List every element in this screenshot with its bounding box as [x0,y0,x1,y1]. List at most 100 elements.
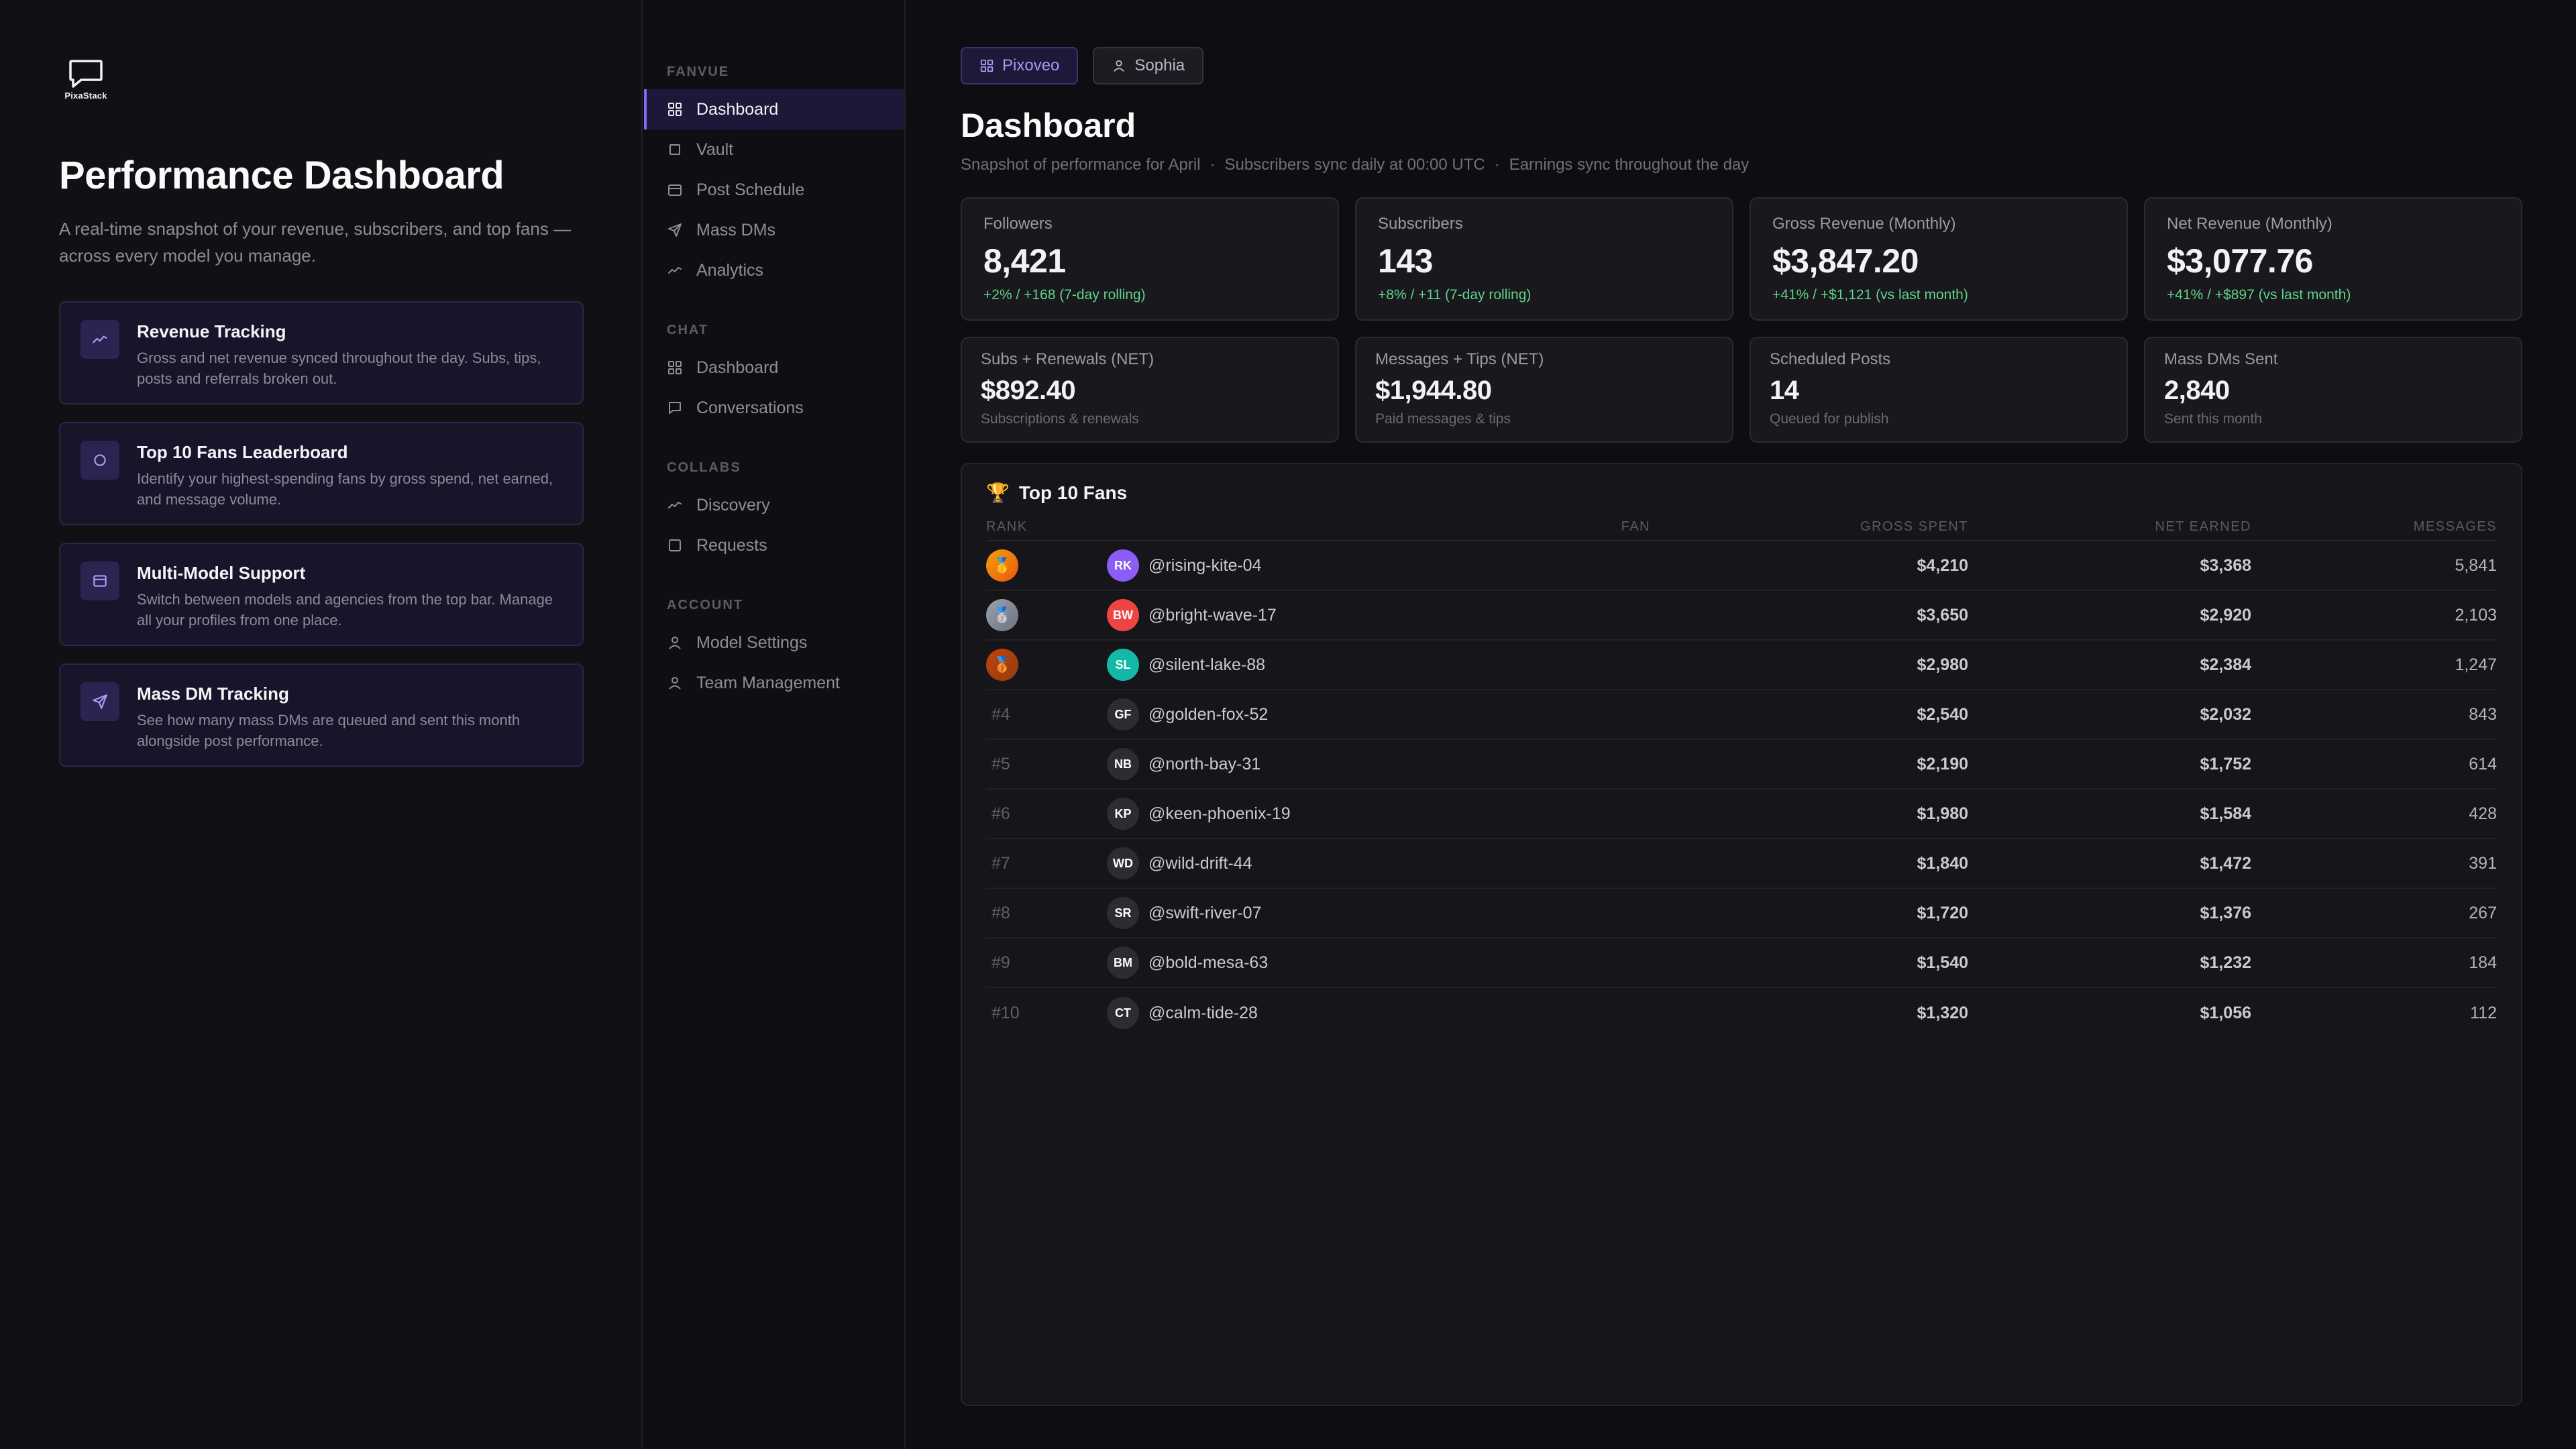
page-subtitle: Snapshot of performance for April · Subscr… [961,156,2522,174]
fan-handle[interactable]: @calm-tide-28 [1148,1004,1258,1023]
table-row[interactable]: #8 SR @swift-river-07 $1,720 $1,376 267 [986,889,2497,938]
subtitle-subscriber-sync: Subscribers sync daily at 00:00 UTC [1224,156,1485,174]
table-row[interactable]: 🥉 SL @silent-lake-88 $2,980 $2,384 1,247 [986,641,2497,690]
fan-handle[interactable]: @rising-kite-04 [1148,556,1261,576]
rank-cell: #9 [986,953,1107,973]
fan-handle[interactable]: @golden-fox-52 [1148,705,1268,724]
stat-note: Queued for publish [1770,411,1889,427]
fan-handle[interactable]: @wild-drift-44 [1148,854,1252,873]
table-row[interactable]: 🥇 RK @rising-kite-04 $4,210 $3,368 5,841 [986,541,2497,591]
feature-desc: Identify your highest-spending fans by g… [137,470,553,508]
stat-label: Gross Revenue (Monthly) [1772,215,1956,233]
sidebar-item-label: Dashboard [696,99,779,119]
avatar[interactable]: CT [1107,997,1139,1029]
stat-card-scheduled-posts: Scheduled Posts 14 Queued for publish [1750,337,2128,443]
messages-cell: 267 [2469,903,2497,922]
stat-value: $892.40 [981,376,1076,405]
stat-card-messages-tips: Messages + Tips (NET) $1,944.80 Paid mes… [1355,337,1733,443]
table-row[interactable]: #4 GF @golden-fox-52 $2,540 $2,032 843 [986,690,2497,740]
intro-title: Performance Dashboard [59,154,504,197]
sidebar-item-dashboard[interactable]: Dashboard [644,89,904,129]
column-header-gross[interactable]: GROSS SPENT [1650,519,1968,535]
intro-subtitle: A real-time snapshot of your revenue, su… [59,219,572,266]
avatar[interactable]: GF [1107,698,1139,731]
stat-label: Messages + Tips (NET) [1375,350,1544,368]
avatar[interactable]: WD [1107,847,1139,879]
fan-handle[interactable]: @north-bay-31 [1148,755,1260,774]
sidebar-item-label: Requests [696,535,767,555]
feature-card-mass-dm: Mass DM Tracking See how many mass DMs a… [59,663,584,767]
stat-card-subs-renewals: Subs + Renewals (NET) $892.40 Subscripti… [961,337,1339,443]
page-title: Dashboard [961,107,1136,144]
fan-handle[interactable]: @bright-wave-17 [1148,606,1277,625]
table-row[interactable]: #5 NB @north-bay-31 $2,190 $1,752 614 [986,740,2497,790]
table-row[interactable]: #9 BM @bold-mesa-63 $1,540 $1,232 184 [986,938,2497,988]
avatar[interactable]: BM [1107,947,1139,979]
sidebar-item-requests[interactable]: Requests [644,525,904,566]
rank-cell: #8 [986,904,1107,923]
subtitle-separator: · [1494,156,1500,174]
feature-desc: Switch between models and agencies from … [137,591,553,629]
feature-title: Revenue Tracking [137,321,286,341]
fan-handle[interactable]: @bold-mesa-63 [1148,953,1268,973]
fan-cell: SR @swift-river-07 [1107,897,1650,929]
brand-logo[interactable]: PixaStack [59,52,113,106]
avatar[interactable]: SL [1107,649,1139,681]
trend-icon [668,502,682,508]
stat-note: Sent this month [2164,411,2262,427]
sidebar-item-post-schedule[interactable]: Post Schedule [644,170,904,210]
sidebar-item-model-settings[interactable]: Model Settings [644,623,904,663]
sidebar-item-chat-dashboard[interactable]: Dashboard [644,347,904,388]
square-icon [669,144,680,155]
column-header-messages[interactable]: MESSAGES [2251,519,2497,535]
stat-value: 8,421 [983,242,1066,280]
feature-title: Mass DM Tracking [137,684,289,704]
chat-icon [669,402,681,414]
top-fans-header: 🏆 Top 10 Fans [986,482,2497,504]
user-icon [669,677,681,690]
fan-handle[interactable]: @swift-river-07 [1148,904,1261,923]
table-row[interactable]: #7 WD @wild-drift-44 $1,840 $1,472 391 [986,839,2497,889]
sidebar-item-discovery[interactable]: Discovery [644,485,904,525]
sidebar-item-analytics[interactable]: Analytics [644,250,904,290]
gross-spent-cell: $1,840 [1917,853,1968,873]
avatar[interactable]: KP [1107,798,1139,830]
gold-medal-icon: 🥇 [986,549,1018,582]
gross-spent-cell: $2,540 [1917,704,1968,724]
avatar[interactable]: BW [1107,599,1139,631]
avatar[interactable]: NB [1107,748,1139,780]
fan-handle[interactable]: @keen-phoenix-19 [1148,804,1291,824]
sidebar-item-label: Analytics [696,260,764,280]
stat-note: Subscriptions & renewals [981,411,1139,427]
net-earned-cell: $2,384 [2200,655,2251,674]
sidebar-item-team-management[interactable]: Team Management [644,663,904,703]
fan-handle[interactable]: @silent-lake-88 [1148,655,1265,675]
gross-spent-cell: $2,980 [1917,655,1968,674]
column-header-rank[interactable]: RANK [986,519,1107,535]
feature-title: Top 10 Fans Leaderboard [137,442,348,462]
messages-cell: 184 [2469,953,2497,972]
stat-label: Followers [983,215,1053,233]
table-header: RANK FAN GROSS SPENT NET EARNED MESSAGES [986,513,2497,541]
sidebar-item-conversations[interactable]: Conversations [644,388,904,428]
stat-label: Net Revenue (Monthly) [2167,215,2332,233]
avatar[interactable]: RK [1107,549,1139,582]
sidebar-item-mass-dms[interactable]: Mass DMs [644,210,904,250]
table-row[interactable]: #10 CT @calm-tide-28 $1,320 $1,056 112 [986,988,2497,1038]
send-icon [80,682,119,721]
messages-cell: 843 [2469,704,2497,724]
rank-number: #9 [991,953,1010,972]
avatar[interactable]: SR [1107,897,1139,929]
org-switcher-button[interactable]: Pixoveo [961,47,1079,85]
fan-cell: RK @rising-kite-04 [1107,549,1650,582]
sidebar-item-vault[interactable]: Vault [644,129,904,170]
stat-value: 14 [1770,376,1799,405]
column-header-fan[interactable]: FAN [1107,519,1650,535]
nav-section-account: ACCOUNT Model Settings Team Management [644,598,904,703]
column-header-net[interactable]: NET EARNED [1968,519,2251,535]
model-switcher-button[interactable]: Sophia [1093,47,1204,85]
net-earned-cell: $1,752 [2200,754,2251,773]
rank-cell: #10 [986,1004,1107,1023]
table-row[interactable]: #6 KP @keen-phoenix-19 $1,980 $1,584 428 [986,790,2497,839]
table-row[interactable]: 🥈 BW @bright-wave-17 $3,650 $2,920 2,103 [986,591,2497,641]
